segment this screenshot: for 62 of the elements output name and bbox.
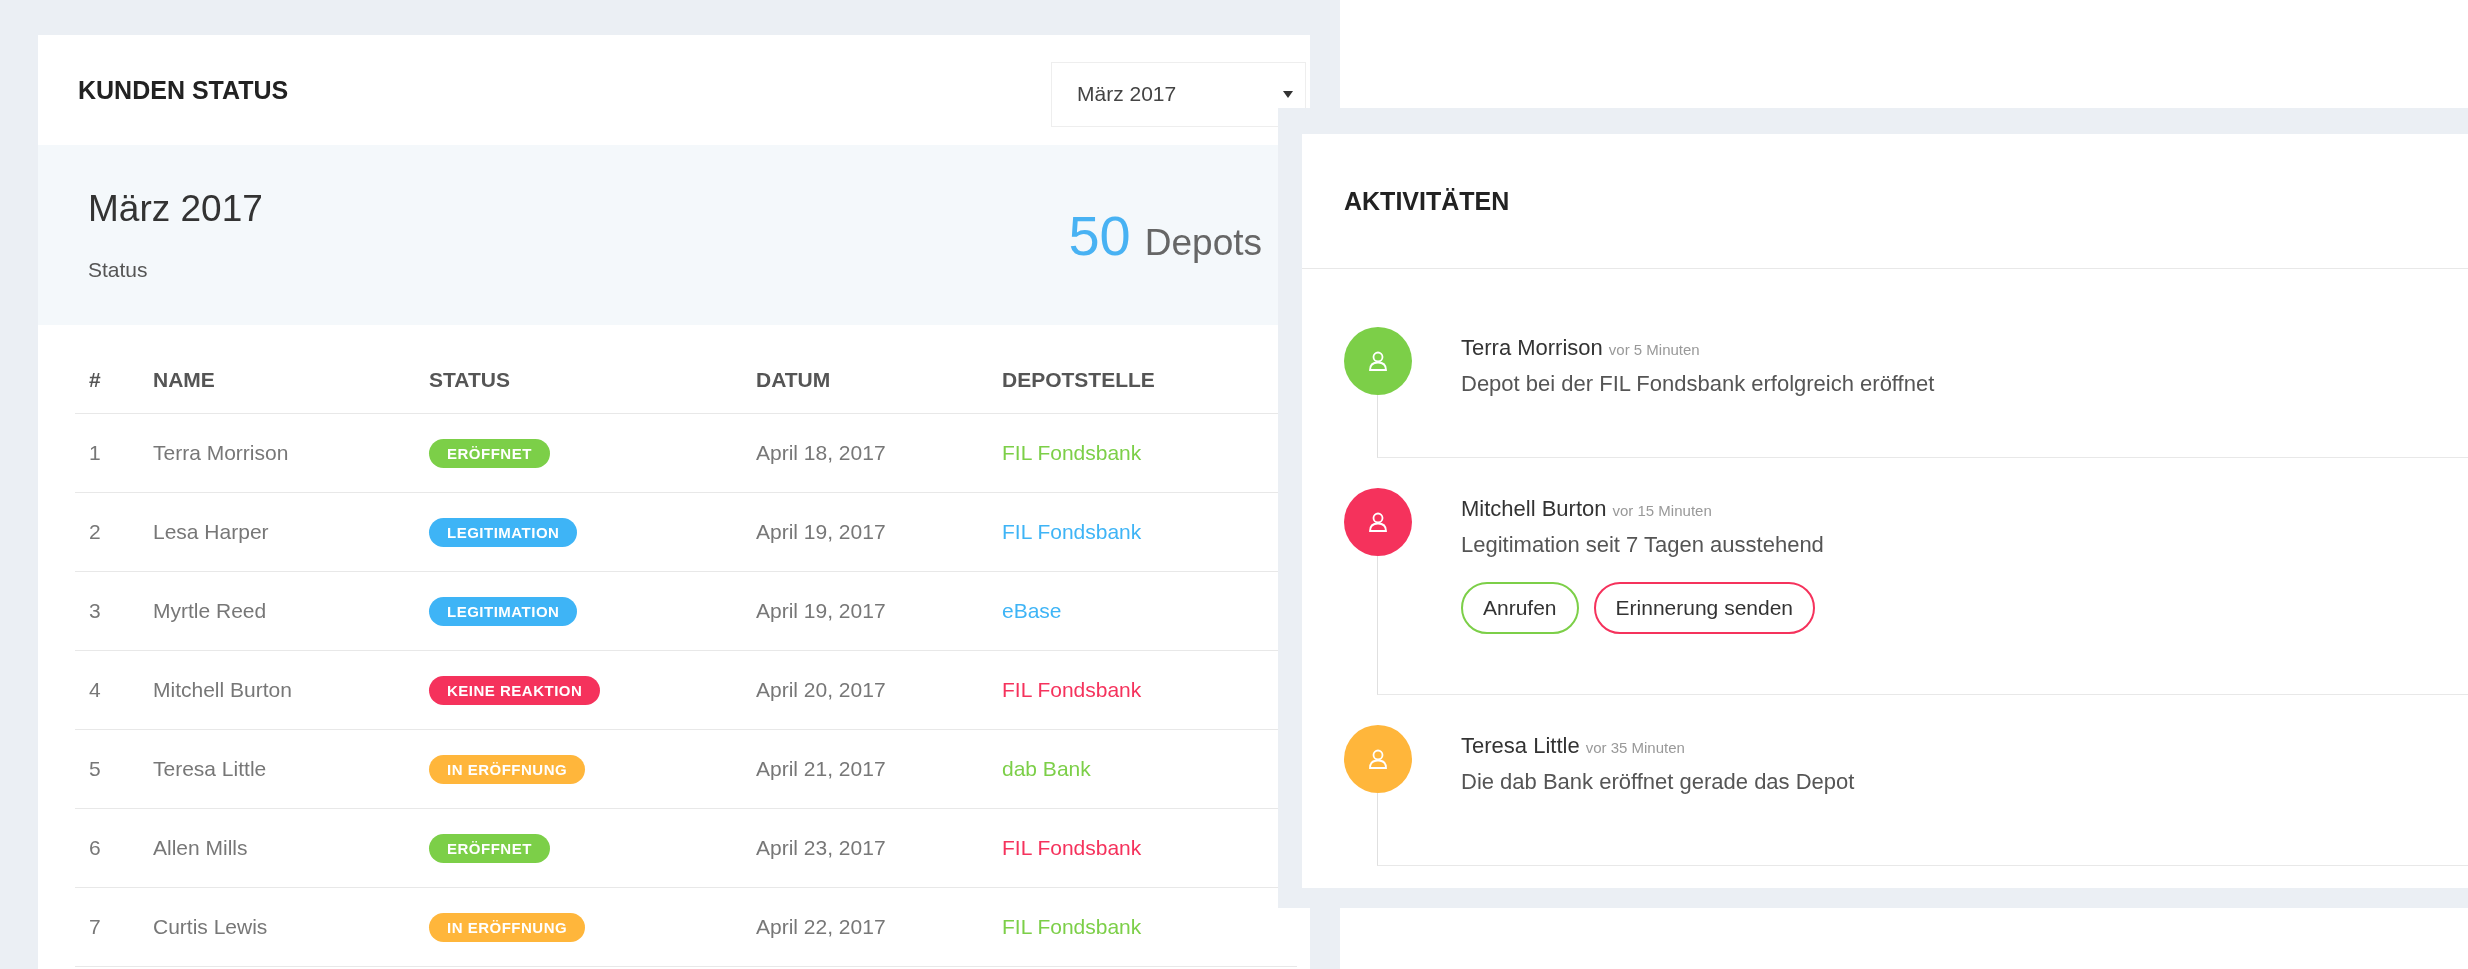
caret-icon <box>1283 90 1293 98</box>
card-title: KUNDEN STATUS <box>78 75 289 105</box>
column-header: NAME <box>153 368 216 392</box>
activity-message: Die dab Bank eröffnet gerade das Depot <box>1461 769 1855 795</box>
table-cell-text: 2 <box>88 520 102 544</box>
table-cell-text: Myrtle Reed <box>153 599 268 623</box>
activity-time: vor 35 Minuten <box>1585 739 1685 756</box>
depot-unit: Depots <box>1144 221 1262 264</box>
depot-link[interactable]: FIL Fondsbank <box>1002 441 1142 465</box>
column-header: DATUM <box>756 368 832 392</box>
person-icon <box>1367 350 1389 372</box>
outline-button[interactable]: Anrufen <box>1461 582 1579 634</box>
table-cell-text: April 23, 2017 <box>756 836 887 860</box>
status-badge: ERÖFFNET <box>429 438 550 468</box>
outline-button[interactable]: Erinnerung senden <box>1593 582 1816 634</box>
table-cell-text: April 22, 2017 <box>756 915 887 939</box>
activity-message: Legitimation seit 7 Tagen ausstehend <box>1461 532 1824 558</box>
table-cell-text: April 19, 2017 <box>756 599 887 623</box>
depot-link[interactable]: FIL Fondsbank <box>1002 678 1142 702</box>
person-icon <box>1367 511 1389 533</box>
table-cell-text: 6 <box>88 836 102 860</box>
card-title: AKTIVITÄTEN <box>1344 186 1510 216</box>
table-cell-text: Mitchell Burton <box>153 678 293 702</box>
table-cell-text: Curtis Lewis <box>153 915 269 939</box>
table-cell-text: 3 <box>88 599 102 623</box>
depot-link[interactable]: eBase <box>1002 599 1062 623</box>
column-header: # <box>88 368 102 392</box>
table-cell-text: Teresa Little <box>153 757 268 781</box>
activity-time: vor 5 Minuten <box>1608 341 1700 358</box>
activity-message: Depot bei der FIL Fondsbank erfolgreich eröffnet <box>1461 371 1935 397</box>
table-cell-text: April 21, 2017 <box>756 757 887 781</box>
table-cell-text: 5 <box>88 757 102 781</box>
depot-link[interactable]: FIL Fondsbank <box>1002 915 1142 939</box>
depot-link[interactable]: FIL Fondsbank <box>1002 836 1142 860</box>
table-cell-text: April 18, 2017 <box>756 441 887 465</box>
summary-label: Status <box>88 258 149 282</box>
table-cell-text: Allen Mills <box>153 836 249 860</box>
table-cell-text: 7 <box>88 915 102 939</box>
status-badge: ERÖFFNET <box>429 833 550 863</box>
person-icon <box>1367 748 1389 770</box>
depot-link[interactable]: dab Bank <box>1002 757 1091 781</box>
table-cell-text: Lesa Harper <box>153 520 270 544</box>
table-cell-text: April 19, 2017 <box>756 520 887 544</box>
month-select[interactable]: März 2017 <box>1051 61 1306 127</box>
table-cell-text: 4 <box>88 678 102 702</box>
activity-name: Mitchell Burton <box>1461 496 1607 522</box>
status-badge: KEINE REAKTION <box>429 675 601 705</box>
table-cell-text: April 20, 2017 <box>756 678 887 702</box>
depot-count: 50 <box>1068 202 1131 268</box>
status-badge: LEGITIMATION <box>429 517 578 547</box>
column-header: STATUS <box>429 368 511 392</box>
activity-name: Teresa Little <box>1461 733 1580 759</box>
status-badge: LEGITIMATION <box>429 596 578 626</box>
column-header: DEPOTSTELLE <box>1002 368 1155 392</box>
status-badge: IN ERÖFFNUNG <box>429 754 586 784</box>
table-cell-text: Terra Morrison <box>153 441 290 465</box>
activity-name: Terra Morrison <box>1461 335 1603 361</box>
status-badge: IN ERÖFFNUNG <box>429 912 586 942</box>
table-cell-text: 1 <box>88 441 102 465</box>
activity-time: vor 15 Minuten <box>1612 502 1712 519</box>
depot-link[interactable]: FIL Fondsbank <box>1002 520 1142 544</box>
summary-month: März 2017 <box>88 188 263 230</box>
